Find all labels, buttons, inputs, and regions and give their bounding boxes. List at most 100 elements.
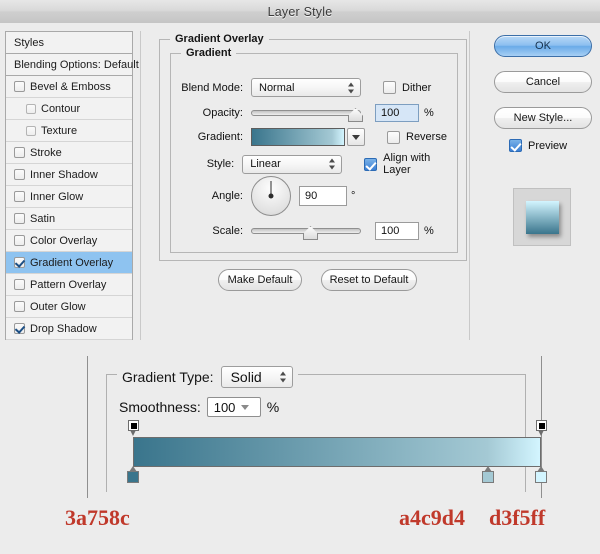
reverse-label: Reverse	[406, 131, 447, 143]
chevron-down-icon	[241, 404, 250, 410]
color-stop-marker[interactable]	[127, 466, 139, 483]
opacity-input[interactable]: 100	[375, 104, 419, 122]
style-item-label: Outer Glow	[30, 300, 86, 313]
color-stop-marker[interactable]	[481, 466, 494, 483]
style-item-checkbox[interactable]	[14, 257, 25, 268]
reverse-checkbox-row[interactable]: Reverse	[387, 130, 447, 144]
smoothness-label: Smoothness:	[119, 399, 201, 415]
dither-label: Dither	[402, 81, 432, 94]
blending-options-row[interactable]: Blending Options: Default	[6, 54, 139, 76]
style-item-contour[interactable]: Contour	[6, 98, 132, 120]
style-item-color-overlay[interactable]: Color Overlay	[6, 230, 132, 252]
preview-checkbox[interactable]	[509, 139, 522, 152]
make-default-label: Make Default	[227, 274, 293, 286]
angle-input[interactable]: 90	[299, 186, 347, 206]
cancel-button[interactable]: Cancel	[494, 71, 592, 93]
align-with-layer-row[interactable]: Align with Layer	[364, 152, 449, 176]
style-item-checkbox[interactable]	[26, 125, 36, 136]
gradient-group-title: Gradient	[181, 47, 237, 59]
style-item-satin[interactable]: Satin	[6, 208, 132, 230]
blending-options-label: Blending Options: Default	[14, 58, 139, 71]
gradient-preview-bar[interactable]	[133, 437, 541, 467]
style-item-label: Satin	[30, 212, 56, 225]
style-item-checkbox[interactable]	[14, 279, 25, 290]
styles-list[interactable]: Styles Blending Options: Default Bevel &…	[5, 31, 139, 340]
reset-to-default-button[interactable]: Reset to Default	[321, 269, 417, 291]
cancel-label: Cancel	[525, 76, 561, 88]
style-item-texture[interactable]: Texture	[6, 120, 132, 142]
style-item-checkbox[interactable]	[14, 81, 25, 92]
gradient-type-fieldset: Gradient Type: Solid Smoothness: 100 %	[106, 366, 547, 492]
reverse-checkbox[interactable]	[387, 130, 400, 144]
style-item-label: Stroke	[30, 146, 62, 159]
blend-mode-select[interactable]: Normal	[251, 78, 361, 97]
color-stop-swatch	[535, 471, 547, 483]
style-item-pattern-overlay[interactable]: Pattern Overlay	[6, 274, 132, 296]
dither-checkbox[interactable]	[383, 81, 396, 94]
gradient-picker-button[interactable]	[347, 128, 365, 146]
scale-slider[interactable]	[251, 224, 361, 240]
ok-label: OK	[535, 40, 551, 52]
updown-arrows-icon	[279, 371, 287, 384]
opacity-value: 100	[381, 107, 400, 119]
align-with-layer-checkbox[interactable]	[364, 157, 378, 171]
style-item-gradient-overlay[interactable]: Gradient Overlay	[6, 252, 132, 274]
gradient-editor-panel: Gradient Type: Solid Smoothness: 100 %	[87, 356, 547, 498]
style-label: Style:	[206, 158, 235, 170]
scale-label: Scale:	[212, 225, 243, 237]
window-title: Layer Style	[267, 4, 333, 19]
gradient-type-legend: Gradient Type: Solid	[117, 366, 298, 388]
style-select[interactable]: Linear	[242, 154, 343, 174]
style-item-stroke[interactable]: Stroke	[6, 142, 132, 164]
preview-label: Preview	[528, 139, 568, 152]
style-item-checkbox[interactable]	[26, 103, 36, 114]
opacity-stop-marker[interactable]	[128, 420, 139, 436]
style-item-checkbox[interactable]	[14, 323, 25, 334]
align-with-layer-label: Align with Layer	[383, 152, 431, 176]
opacity-stop-marker[interactable]	[536, 420, 547, 436]
smoothness-unit: %	[266, 399, 280, 415]
style-item-checkbox[interactable]	[14, 235, 25, 246]
angle-hub-icon	[268, 193, 274, 199]
gradient-fieldset: Gradient Blend Mode: Normal Dither Opaci…	[170, 47, 458, 253]
opacity-stop-tip	[130, 430, 136, 436]
preview-checkbox-row[interactable]: Preview	[509, 139, 567, 152]
angle-unit: °	[351, 190, 356, 202]
style-item-label: Contour	[41, 102, 81, 115]
dialog-body: Styles Blending Options: Default Bevel &…	[0, 23, 600, 347]
angle-dial[interactable]	[251, 176, 291, 216]
make-default-button[interactable]: Make Default	[218, 269, 302, 291]
new-style-button[interactable]: New Style...	[494, 107, 592, 129]
styles-list-header[interactable]: Styles	[6, 32, 132, 54]
style-item-inner-shadow[interactable]: Inner Shadow	[6, 164, 132, 186]
color-stop-swatch	[481, 471, 494, 483]
color-stop-swatch	[127, 471, 139, 483]
color-stop-marker[interactable]	[535, 466, 547, 483]
style-item-checkbox[interactable]	[14, 147, 25, 158]
style-item-checkbox[interactable]	[14, 213, 25, 224]
dither-checkbox-row[interactable]: Dither	[383, 81, 431, 94]
gradient-label: Gradient:	[197, 131, 243, 143]
style-item-outer-glow[interactable]: Outer Glow	[6, 296, 132, 318]
style-item-checkbox[interactable]	[14, 301, 25, 312]
gradient-swatch[interactable]	[251, 128, 345, 146]
gradient-type-value: Solid	[230, 369, 262, 385]
style-item-checkbox[interactable]	[14, 169, 25, 180]
new-style-label: New Style...	[513, 112, 573, 124]
updown-arrows-icon	[348, 81, 355, 94]
style-item-inner-glow[interactable]: Inner Glow	[6, 186, 132, 208]
smoothness-row: Smoothness: 100 %	[119, 397, 279, 417]
style-item-checkbox[interactable]	[14, 191, 25, 202]
scale-input[interactable]: 100	[375, 222, 419, 240]
title-bar[interactable]: Layer Style	[0, 0, 600, 24]
style-item-bevel-emboss[interactable]: Bevel & Emboss	[6, 76, 132, 98]
smoothness-combo[interactable]: 100	[206, 397, 261, 417]
style-item-drop-shadow[interactable]: Drop Shadow	[6, 318, 132, 340]
angle-label: Angle:	[211, 190, 243, 202]
hex-label: d3f5ff	[489, 505, 546, 530]
gradient-type-select[interactable]: Solid	[220, 366, 293, 388]
reset-to-default-label: Reset to Default	[329, 274, 409, 286]
style-item-label: Texture	[41, 124, 78, 137]
opacity-slider[interactable]	[251, 106, 363, 122]
ok-button[interactable]: OK	[494, 35, 592, 57]
